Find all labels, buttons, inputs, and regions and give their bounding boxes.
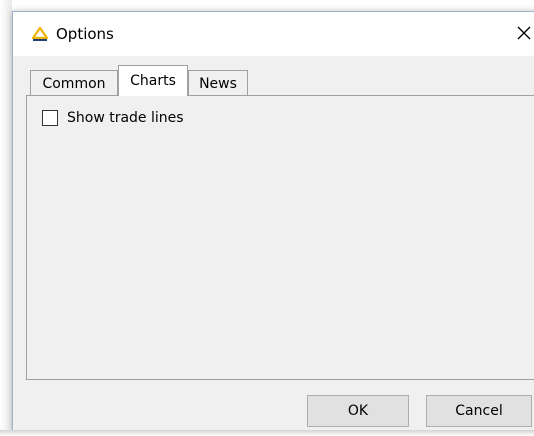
tab-news[interactable]: News — [188, 70, 248, 96]
options-dialog: Options Common Charts News Show trade li… — [12, 11, 534, 431]
show-trade-lines-label: Show trade lines — [67, 110, 184, 126]
tab-strip: Common Charts News — [30, 65, 530, 96]
background-top — [0, 0, 534, 11]
show-trade-lines-checkbox[interactable] — [42, 110, 58, 126]
tab-common[interactable]: Common — [30, 70, 118, 96]
cancel-button[interactable]: Cancel — [426, 395, 532, 427]
close-icon — [517, 25, 531, 44]
triangle-logo-icon — [31, 25, 49, 43]
screen: Options Common Charts News Show trade li… — [0, 0, 534, 436]
tab-charts[interactable]: Charts — [118, 65, 188, 96]
dialog-title: Options — [56, 25, 114, 43]
title-bar: Options — [13, 12, 534, 56]
show-trade-lines-option[interactable]: Show trade lines — [42, 110, 184, 126]
close-button[interactable] — [509, 20, 534, 48]
charts-tab-panel: Show trade lines — [26, 95, 534, 380]
ok-button[interactable]: OK — [307, 395, 409, 427]
window-shadow — [0, 430, 534, 436]
background-left — [0, 0, 12, 436]
